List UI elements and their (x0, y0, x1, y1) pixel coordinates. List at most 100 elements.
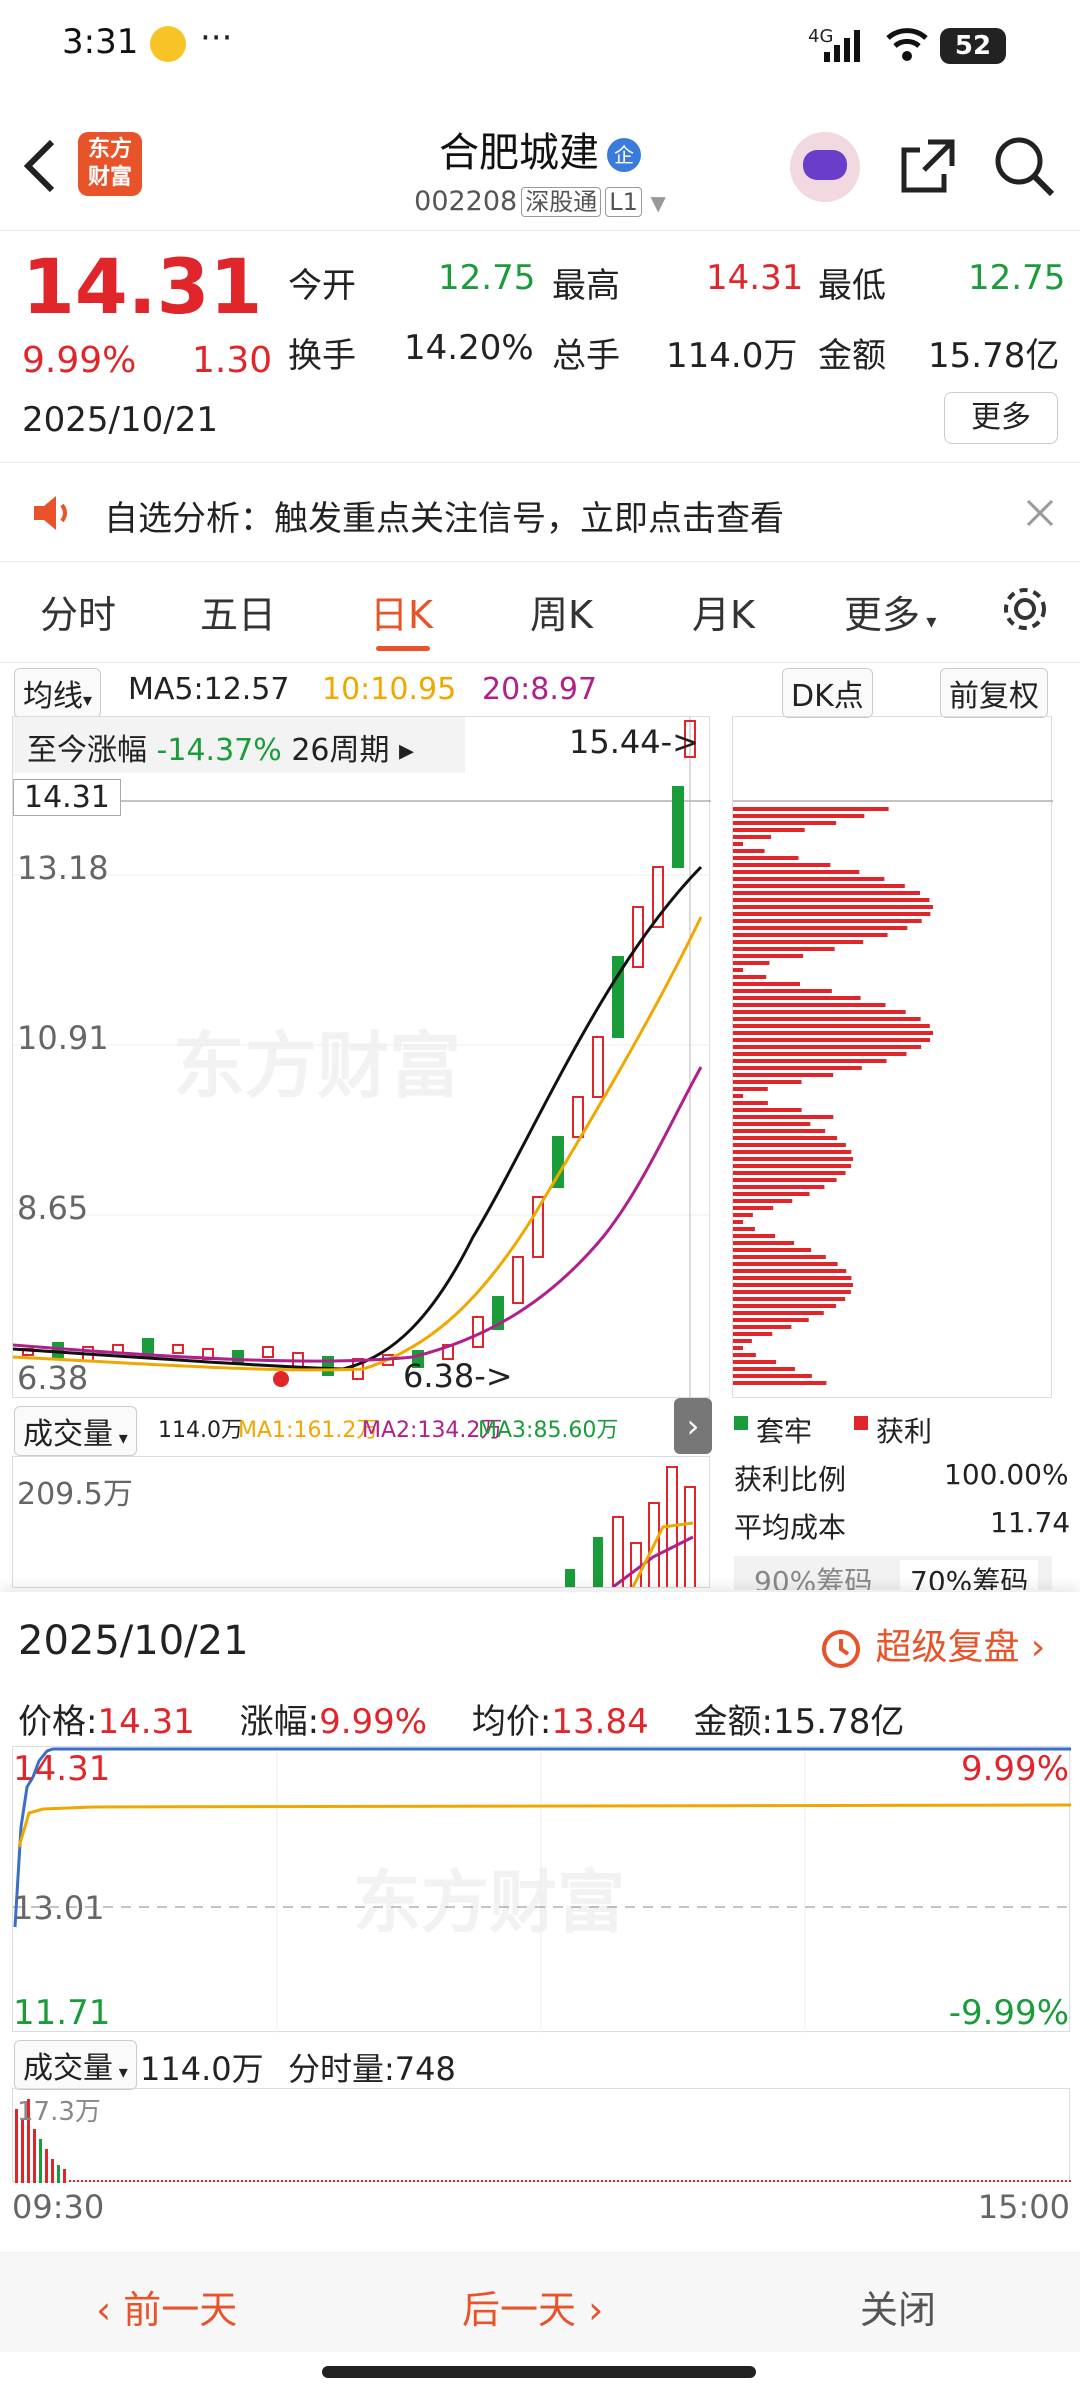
chip-bar (733, 1094, 743, 1098)
chip-bar (733, 1381, 827, 1385)
candle (632, 906, 644, 968)
enterprise-badge: 企 (607, 138, 641, 172)
quote-date: 2025/10/21 (22, 400, 218, 440)
clock: 3:31 (62, 22, 139, 62)
minute-volume: 分时量:748 (288, 2050, 456, 2088)
chip-bar (733, 1066, 862, 1070)
volume-select[interactable]: 成交量 ▾ (14, 1406, 137, 1456)
chip-bar (733, 863, 831, 867)
profit-ratio-label: 获利比例 (734, 1463, 847, 1496)
home-indicator (322, 2366, 756, 2378)
adjust-select[interactable]: 前复权 (940, 668, 1048, 718)
chip-tabs[interactable]: 90%筹码 70%筹码 (734, 1556, 1052, 1590)
turnover-value: 14.20% (404, 328, 534, 368)
chip-bar (733, 1339, 752, 1343)
high-label: 最高 (552, 266, 620, 306)
chip-bar (733, 828, 805, 832)
ma10-value: 10:10.95 (322, 672, 457, 707)
period-tabs: 分时 五日 日K 周K 月K 更多 ▾ (0, 562, 1080, 662)
close-icon[interactable] (1024, 497, 1056, 529)
chip-bar (733, 1101, 768, 1105)
chip-bar (733, 919, 922, 923)
volume-today: 114.0万 (158, 1418, 243, 1443)
next-day-button[interactable]: 后一天 › (462, 2279, 603, 2334)
chip-bar (733, 1227, 755, 1231)
current-price-tag: 14.31 (13, 779, 121, 816)
low-marker: 6.38-> (403, 1357, 513, 1395)
ma-select[interactable]: 均线▾ (14, 668, 102, 718)
chip-bar (733, 1248, 812, 1252)
chip-bar (733, 982, 801, 986)
candle (592, 1036, 604, 1098)
open-label: 今开 (288, 266, 356, 306)
tab-five-day[interactable]: 五日 (200, 584, 276, 639)
chip-bar (733, 1003, 886, 1007)
expand-arrow-icon[interactable]: › (674, 1398, 712, 1454)
chip-bar (733, 1171, 846, 1175)
chip-bar (733, 1017, 921, 1021)
wifi-icon (886, 28, 928, 61)
chip-bar (733, 1374, 812, 1378)
robot-avatar-icon[interactable] (790, 132, 860, 202)
chip-bar (733, 1038, 931, 1042)
chip-bar (733, 856, 799, 860)
share-icon[interactable] (898, 136, 958, 196)
chip-bar (733, 849, 765, 853)
tab-daily-k[interactable]: 日K (370, 584, 433, 639)
chip-bar (733, 968, 743, 972)
tab-monthly-k[interactable]: 月K (692, 584, 755, 639)
chip-bar (733, 1367, 795, 1371)
low-value: 12.75 (968, 258, 1066, 298)
dk-point-select[interactable]: DK点 (782, 668, 873, 718)
y-label: 13.18 (17, 849, 109, 887)
chip-bar (733, 1318, 809, 1322)
kline-svg (13, 717, 711, 1399)
top-price: 14.31 (13, 1749, 111, 1789)
high-value: 14.31 (706, 258, 804, 298)
legend-profit-swatch (854, 1416, 868, 1430)
close-button[interactable]: 关闭 (860, 2279, 936, 2334)
chip-bar (733, 1073, 834, 1077)
top-pct: 9.99% (960, 1749, 1069, 1789)
speaker-icon (34, 496, 67, 530)
range-change[interactable]: 至今涨幅 -14.37% 26周期 ▸ (13, 717, 465, 773)
chip-bar (733, 1262, 838, 1266)
chip-bar (733, 1255, 826, 1259)
chip-bar (733, 1129, 826, 1133)
tab-intraday[interactable]: 分时 (40, 584, 116, 639)
intraday-volume-select[interactable]: 成交量 ▾ (14, 2040, 137, 2090)
chip-bar (733, 1234, 776, 1238)
chip-bar (733, 835, 772, 839)
tab-weekly-k[interactable]: 周K (530, 584, 593, 639)
chip-bar (733, 1052, 907, 1056)
kline-chart[interactable]: 东方财富 至今涨幅 -14.37% 26周期 ▸ 15.44-> 14.31 1… (12, 716, 711, 1399)
profit-ratio: 100.00% (944, 1458, 1069, 1491)
notice-bar[interactable]: 自选分析：触发重点关注信号，立即点击查看 (0, 462, 1080, 562)
chip-bar (733, 1213, 753, 1217)
chip-bar (733, 1199, 793, 1203)
chip-bar (733, 1164, 852, 1168)
prev-day-button[interactable]: ‹ 前一天 (96, 2279, 237, 2334)
intraday-volume-chart: 17.3万 (12, 2088, 1071, 2183)
chip-bar (733, 1206, 774, 1210)
signal-dot (273, 1371, 289, 1387)
search-icon[interactable] (992, 134, 1056, 198)
bottom-sheet: 2025/10/21 超级复盘 › 价格:14.31 涨幅:9.99% 均价:1… (0, 1592, 1080, 2400)
tab-more[interactable]: 更多 ▾ (844, 584, 936, 639)
chip-bar (733, 1220, 743, 1224)
legend-trapped: 套牢 (756, 1415, 813, 1448)
chip-bar (733, 1269, 847, 1273)
bottom-price: 11.71 (13, 1993, 111, 2033)
candle (232, 1350, 244, 1364)
more-button[interactable]: 更多 (944, 392, 1058, 444)
turnover-label: 换手 (288, 336, 356, 376)
super-replay-button[interactable]: 超级复盘 › (818, 1618, 1045, 1672)
mid-price: 13.01 (13, 1889, 105, 1927)
chip-bar (733, 905, 933, 909)
chip-bar (733, 877, 885, 881)
candle (172, 1344, 184, 1354)
intraday-chart[interactable]: 东方财富 14.31 9.99% 13.01 11.71 -9.99% (12, 1746, 1071, 2033)
volume-y-label: 17.3万 (17, 2097, 101, 2127)
settings-gear-icon[interactable] (1000, 584, 1050, 634)
time-end: 15:00 (977, 2188, 1070, 2226)
